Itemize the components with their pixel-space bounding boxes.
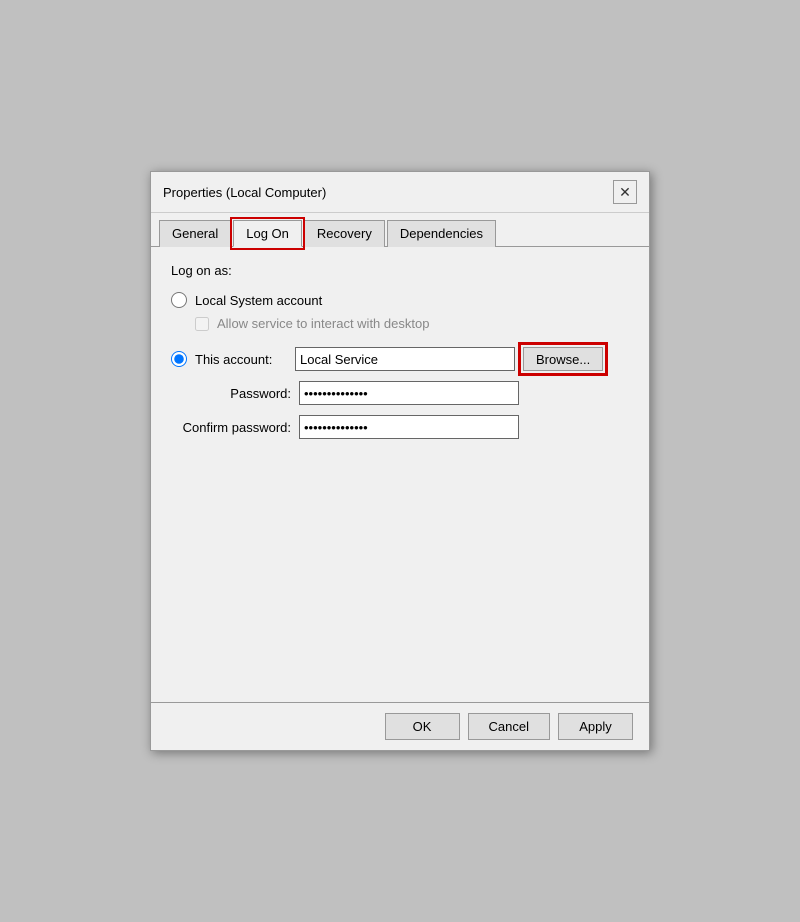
this-account-row: This account: Browse... [171, 347, 629, 371]
logon-tab-content: Log on as: Local System account Allow se… [151, 247, 649, 702]
ok-button[interactable]: OK [385, 713, 460, 740]
close-button[interactable]: ✕ [613, 180, 637, 204]
password-input[interactable] [299, 381, 519, 405]
local-system-radio[interactable] [171, 292, 187, 308]
account-input[interactable] [295, 347, 515, 371]
tab-bar: General Log On Recovery Dependencies [151, 213, 649, 247]
footer-bar: OK Cancel Apply [151, 702, 649, 750]
password-row: Password: [171, 381, 629, 405]
confirm-password-input[interactable] [299, 415, 519, 439]
confirm-password-label: Confirm password: [171, 420, 291, 435]
tab-logon[interactable]: Log On [233, 220, 302, 247]
title-bar: Properties (Local Computer) ✕ [151, 172, 649, 213]
browse-button[interactable]: Browse... [523, 347, 603, 371]
local-system-row: Local System account [171, 292, 629, 308]
tab-recovery[interactable]: Recovery [304, 220, 385, 247]
cancel-button[interactable]: Cancel [468, 713, 550, 740]
properties-dialog: Properties (Local Computer) ✕ General Lo… [150, 171, 650, 751]
tab-dependencies[interactable]: Dependencies [387, 220, 496, 247]
interact-label: Allow service to interact with desktop [217, 316, 429, 331]
logon-section-label: Log on as: [171, 263, 629, 278]
interact-checkbox[interactable] [195, 317, 209, 331]
apply-button[interactable]: Apply [558, 713, 633, 740]
account-section: This account: Browse... Password: Confir… [171, 347, 629, 439]
local-system-label: Local System account [195, 293, 322, 308]
confirm-password-row: Confirm password: [171, 415, 629, 439]
password-label: Password: [171, 386, 291, 401]
dialog-title: Properties (Local Computer) [163, 185, 326, 200]
this-account-radio[interactable] [171, 351, 187, 367]
interact-checkbox-row: Allow service to interact with desktop [195, 316, 629, 331]
tab-general[interactable]: General [159, 220, 231, 247]
this-account-label: This account: [195, 352, 295, 367]
